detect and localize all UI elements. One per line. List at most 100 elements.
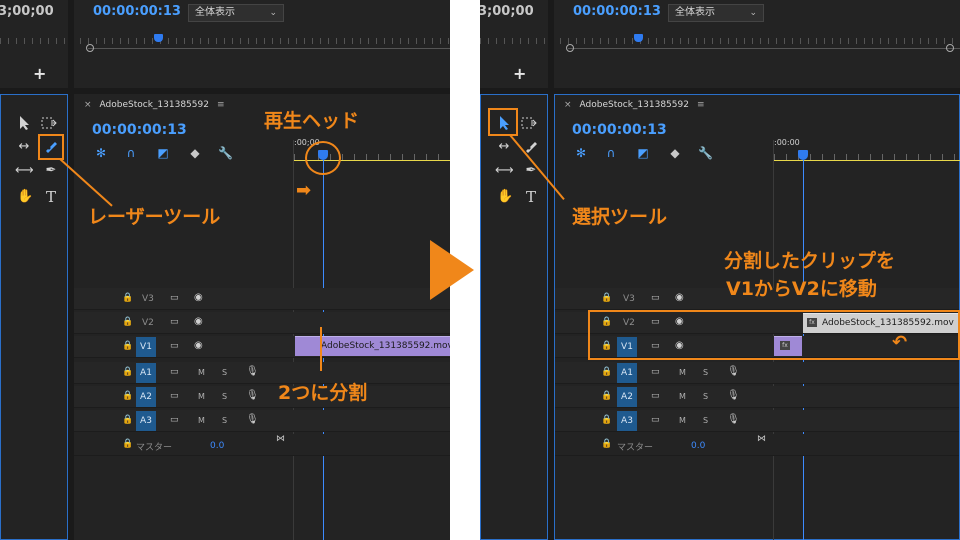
sync-lock-icon[interactable]: ▭ [170, 293, 179, 303]
playhead[interactable] [798, 150, 808, 160]
lock-icon[interactable]: 🔒 [122, 293, 133, 303]
sync-lock-icon[interactable]: ▭ [170, 341, 179, 351]
hand-tool-icon[interactable]: ✋ [497, 189, 513, 205]
monitor-timecode[interactable]: 00:00:00:13 [573, 4, 661, 19]
mic-icon[interactable]: 🎙 [246, 414, 259, 425]
mic-icon[interactable]: 🎙 [246, 366, 259, 377]
mute-button[interactable]: M [198, 392, 205, 401]
eye-icon[interactable]: ◉ [194, 340, 203, 351]
pen-tool-icon[interactable]: ✒ [43, 163, 59, 179]
lock-icon[interactable]: 🔒 [122, 391, 133, 401]
scroll-handle-left[interactable] [86, 44, 94, 52]
mic-icon[interactable]: 🎙 [727, 390, 740, 401]
solo-button[interactable]: S [703, 392, 708, 401]
mute-button[interactable]: M [679, 368, 686, 377]
add-icon[interactable]: + [33, 64, 46, 83]
snap-icon[interactable]: ∩ [604, 146, 618, 160]
master-volume[interactable]: 0.0 [210, 441, 224, 451]
slip-tool-icon[interactable]: ⟷ [15, 163, 34, 179]
snap-nest-icon[interactable]: ✻ [94, 146, 108, 160]
monitor-playhead[interactable] [154, 34, 163, 42]
master-volume[interactable]: 0.0 [691, 441, 705, 451]
solo-button[interactable]: S [222, 416, 227, 425]
slip-tool-icon[interactable]: ⟷ [495, 163, 514, 179]
eye-icon[interactable]: ◉ [194, 316, 203, 327]
bowtie-icon[interactable]: ⋈ [276, 434, 285, 444]
mic-icon[interactable]: 🎙 [727, 366, 740, 377]
snap-nest-icon[interactable]: ✻ [574, 146, 588, 160]
monitor-playhead[interactable] [634, 34, 643, 42]
source-patch-a1[interactable]: A1 [136, 363, 156, 383]
solo-button[interactable]: S [703, 368, 708, 377]
lock-icon[interactable]: 🔒 [122, 439, 133, 449]
ripple-edit-tool-icon[interactable]: ↔ [16, 139, 32, 155]
solo-button[interactable]: S [703, 416, 708, 425]
scroll-handle-right[interactable] [946, 44, 954, 52]
type-tool-icon[interactable]: T [43, 189, 59, 205]
lock-icon[interactable]: 🔒 [122, 367, 133, 377]
sync-lock-icon[interactable]: ▭ [651, 391, 660, 401]
ripple-edit-tool-icon[interactable]: ↔ [496, 139, 512, 155]
sync-lock-icon[interactable]: ▭ [651, 293, 660, 303]
lock-icon[interactable]: 🔒 [601, 367, 612, 377]
sync-lock-icon[interactable]: ▭ [651, 415, 660, 425]
add-marker-icon[interactable]: ◆ [668, 146, 682, 160]
linked-selection-icon[interactable]: ◩ [636, 146, 650, 160]
wrench-icon[interactable]: 🔧 [218, 146, 233, 160]
source-patch-a2[interactable]: A2 [136, 387, 156, 407]
eye-icon[interactable]: ◉ [194, 292, 203, 303]
mute-button[interactable]: M [198, 416, 205, 425]
menu-icon[interactable]: ≡ [217, 100, 225, 110]
source-patch-a1[interactable]: A1 [617, 363, 637, 383]
timeline-tab[interactable]: × AdobeStock_131385592 ≡ [564, 100, 705, 110]
view-select[interactable]: 全体表示 ⌄ [668, 4, 764, 22]
mute-button[interactable]: M [679, 416, 686, 425]
linked-selection-icon[interactable]: ◩ [156, 146, 170, 160]
clip-v1[interactable]: AdobeStock_131385592.mov [295, 336, 450, 356]
monitor-timecode[interactable]: 00:00:00:13 [93, 4, 181, 19]
split-marker [320, 327, 322, 371]
sync-lock-icon[interactable]: ▭ [170, 317, 179, 327]
source-patch-a3[interactable]: A3 [136, 411, 156, 431]
hand-tool-icon[interactable]: ✋ [17, 189, 33, 205]
close-icon[interactable]: × [564, 100, 572, 110]
mic-icon[interactable]: 🎙 [727, 414, 740, 425]
lock-icon[interactable]: 🔒 [122, 341, 133, 351]
track-select-tool-icon[interactable] [41, 115, 57, 131]
lock-icon[interactable]: 🔒 [122, 415, 133, 425]
mic-icon[interactable]: 🎙 [246, 390, 259, 401]
type-tool-icon[interactable]: T [523, 189, 539, 205]
view-select[interactable]: 全体表示 ⌄ [188, 4, 284, 22]
close-icon[interactable]: × [84, 100, 92, 110]
lock-icon[interactable]: 🔒 [601, 439, 612, 449]
selection-tool-icon[interactable] [18, 115, 34, 131]
lock-icon[interactable]: 🔒 [601, 293, 612, 303]
lock-icon[interactable]: 🔒 [601, 415, 612, 425]
mute-button[interactable]: M [679, 392, 686, 401]
wrench-icon[interactable]: 🔧 [698, 146, 713, 160]
lock-icon[interactable]: 🔒 [122, 317, 133, 327]
bowtie-icon[interactable]: ⋈ [757, 434, 766, 444]
menu-icon[interactable]: ≡ [697, 100, 705, 110]
source-patch-a3[interactable]: A3 [617, 411, 637, 431]
solo-button[interactable]: S [222, 368, 227, 377]
source-patch-v1[interactable]: V1 [136, 337, 156, 357]
scroll-handle-left[interactable] [566, 44, 574, 52]
timeline-tab[interactable]: × AdobeStock_131385592 ≡ [84, 100, 225, 110]
snap-icon[interactable]: ∩ [124, 146, 138, 160]
timeline-timecode[interactable]: 00:00:00:13 [92, 122, 187, 138]
sync-lock-icon[interactable]: ▭ [170, 391, 179, 401]
solo-button[interactable]: S [222, 392, 227, 401]
lock-icon[interactable]: 🔒 [601, 391, 612, 401]
work-area-bar[interactable] [774, 160, 960, 161]
eye-icon[interactable]: ◉ [675, 292, 684, 303]
sync-lock-icon[interactable]: ▭ [170, 367, 179, 377]
timeline-timecode[interactable]: 00:00:00:13 [572, 122, 667, 138]
mute-button[interactable]: M [198, 368, 205, 377]
sync-lock-icon[interactable]: ▭ [170, 415, 179, 425]
add-icon[interactable]: + [513, 64, 526, 83]
add-marker-icon[interactable]: ◆ [188, 146, 202, 160]
source-patch-a2[interactable]: A2 [617, 387, 637, 407]
sync-lock-icon[interactable]: ▭ [651, 367, 660, 377]
track-select-tool-icon[interactable] [521, 115, 537, 131]
